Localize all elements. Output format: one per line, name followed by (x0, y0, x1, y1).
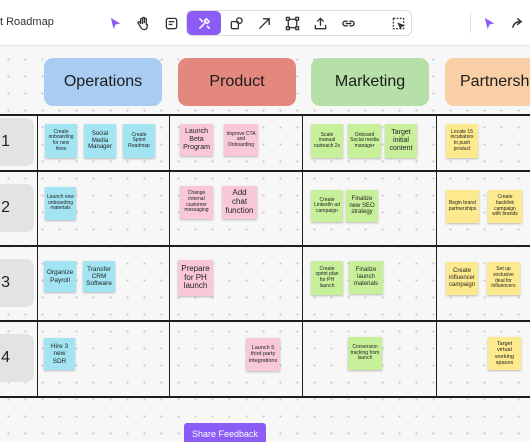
row-label-1[interactable]: 1 (0, 118, 34, 166)
grid-line (0, 114, 530, 116)
sticky-note[interactable]: Add chat function (222, 186, 257, 219)
sticky-note[interactable]: Improve CTA and Onboarding (224, 124, 258, 156)
sticky-note[interactable]: Launch Beta Program (180, 124, 213, 156)
row-label-4[interactable]: 4 (0, 334, 34, 382)
share-icon[interactable] (506, 12, 528, 34)
top-toolbar: t Roadmap (0, 0, 530, 46)
column-header-product[interactable]: Product (178, 58, 296, 106)
sticky-note[interactable]: Create sprint plan for PH launch (311, 261, 343, 295)
pointer-icon[interactable] (104, 12, 126, 34)
sticky-note[interactable]: Target initial content (385, 124, 417, 158)
sticky-note[interactable]: Create backlink campaign with brands (488, 190, 522, 223)
grid-line (37, 114, 38, 398)
sticky-note[interactable]: Hire 3 new SDR (44, 338, 75, 370)
grid-line (0, 320, 530, 322)
tools-icon[interactable] (193, 12, 215, 34)
hand-icon[interactable] (132, 12, 154, 34)
link-icon[interactable] (337, 12, 359, 34)
grid-line (302, 114, 303, 398)
presenter-pointer-icon[interactable] (478, 12, 500, 34)
grid-line (436, 114, 437, 398)
sticky-note[interactable]: Launch 5 third party integrations (246, 338, 280, 371)
share-feedback-button[interactable]: Share Feedback (184, 423, 266, 442)
sticky-note[interactable]: Organize Payroll (44, 261, 76, 292)
sticky-note[interactable]: Conversion tracking from launch (348, 337, 382, 370)
grid-line (0, 396, 530, 398)
sticky-note[interactable]: Create LinkedIn ad campaign (311, 190, 343, 222)
select-icon[interactable] (387, 12, 409, 34)
row-label-2[interactable]: 2 (0, 184, 34, 232)
grid-line (0, 170, 530, 172)
column-header-operations[interactable]: Operations (44, 58, 162, 106)
document-title[interactable]: t Roadmap (0, 16, 54, 28)
sticky-note[interactable]: Set up exclusive deal for influencers (487, 262, 520, 295)
grid-line (169, 114, 170, 398)
note-icon[interactable] (160, 12, 182, 34)
sticky-note[interactable]: Transfer CRM Software (83, 261, 115, 292)
sticky-note[interactable]: Create influencer campaign (446, 262, 478, 295)
sticky-note[interactable]: Social Media Manager (84, 124, 116, 158)
upload-icon[interactable] (309, 12, 331, 34)
column-header-marketing[interactable]: Marketing (311, 58, 429, 106)
sticky-note[interactable]: Target virtual working spaces (488, 337, 521, 370)
toolbar-divider (470, 13, 471, 33)
sticky-note[interactable]: Create onboarding for new hires (45, 124, 77, 158)
sticky-note[interactable]: Onboard Social media manager (348, 124, 381, 158)
column-header-partnerships[interactable]: Partnerships (445, 58, 530, 106)
grid-line (0, 245, 530, 247)
sticky-note[interactable]: Scale manual outreach 2x (311, 124, 343, 158)
sticky-note[interactable]: Locate 15 incubators to push product (446, 124, 478, 158)
arrow-icon[interactable] (253, 12, 275, 34)
sticky-note[interactable]: Launch new onboarding materials (45, 187, 76, 220)
sticky-note[interactable]: Prepare for PH launch (178, 260, 213, 296)
shapes-icon[interactable] (225, 12, 247, 34)
row-label-3[interactable]: 3 (0, 259, 34, 307)
sticky-note[interactable]: Create Sprint Roadmap (123, 124, 155, 158)
frame-icon[interactable] (281, 12, 303, 34)
sticky-note[interactable]: Change internal customer messaging (180, 186, 213, 219)
sticky-note[interactable]: Begin brand partnerships (446, 190, 479, 223)
sticky-note[interactable]: Finalize launch materials (349, 261, 383, 294)
sticky-note[interactable]: Finalize new SEO strategy (346, 190, 378, 222)
